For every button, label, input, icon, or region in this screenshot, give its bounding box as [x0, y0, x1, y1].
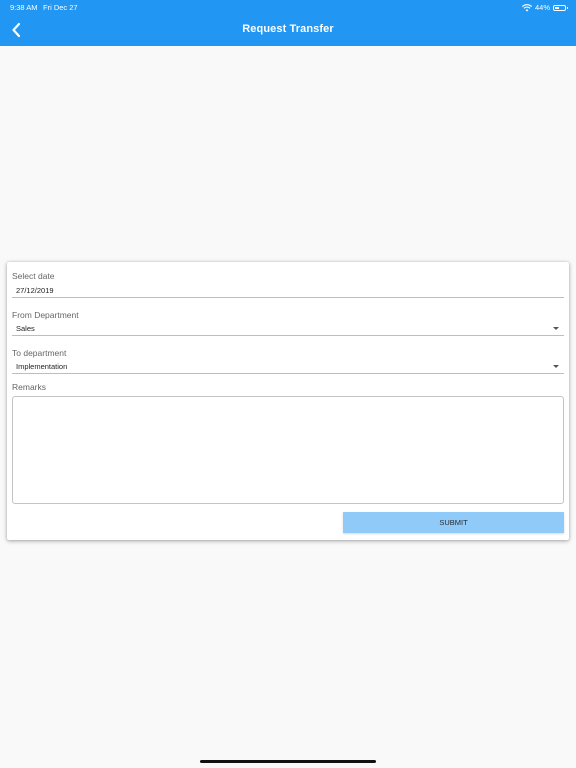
select-date-value: 27/12/2019	[16, 286, 54, 295]
status-right: 44%	[521, 3, 568, 12]
home-indicator	[200, 760, 376, 763]
dropdown-arrow-icon	[553, 365, 559, 368]
battery-icon	[553, 4, 568, 11]
to-department-label: To department	[12, 348, 67, 358]
battery-percentage: 44%	[534, 3, 550, 12]
from-department-label: From Department	[12, 310, 79, 320]
from-department-underline	[12, 335, 564, 336]
app-bar: 9:38 AM Fri Dec 27 44% Request Transfer	[0, 0, 576, 46]
wifi-icon	[521, 3, 532, 12]
submit-button[interactable]: SUBMIT	[343, 512, 564, 533]
select-date-underline	[12, 297, 564, 298]
remarks-textarea[interactable]	[12, 396, 564, 504]
from-department-value: Sales	[16, 324, 35, 333]
select-date-field[interactable]: 27/12/2019	[12, 282, 564, 298]
status-bar: 9:38 AM Fri Dec 27 44%	[0, 0, 576, 14]
select-date-label: Select date	[12, 271, 55, 281]
remarks-label: Remarks	[12, 382, 47, 392]
status-date: Fri Dec 27	[43, 3, 78, 12]
to-department-underline	[12, 373, 564, 374]
status-time: 9:38 AM	[10, 3, 38, 12]
dropdown-arrow-icon	[553, 327, 559, 330]
page-title: Request Transfer	[242, 23, 334, 35]
transfer-form-card: Select date 27/12/2019 From Department S…	[7, 262, 569, 540]
to-department-value: Implementation	[16, 362, 68, 371]
